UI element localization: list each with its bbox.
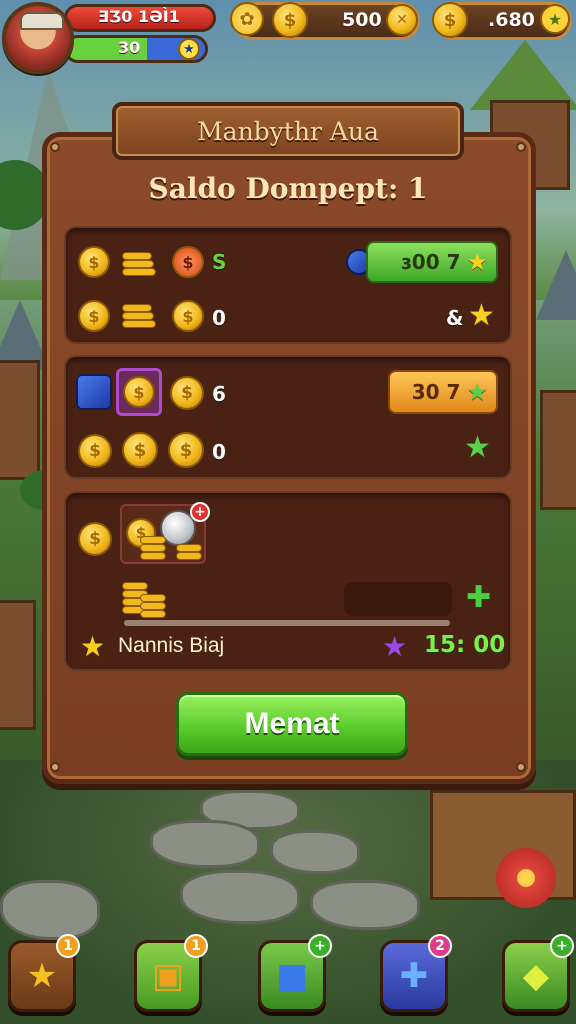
confirm-button[interactable]: Memat [176, 692, 408, 756]
empty-slot [344, 582, 452, 616]
map-badge: + [550, 934, 574, 958]
flower [496, 848, 556, 908]
section1-row2-value: 0 [212, 306, 226, 330]
section2-row2-value: 0 [212, 440, 226, 464]
map-icon: ◆ [522, 956, 550, 996]
cube-badge: + [308, 934, 332, 958]
gold-coin-icon: $ [123, 376, 155, 408]
gold-coin-icon: $ [78, 434, 112, 468]
gold-coin-icon: $ [78, 300, 110, 332]
wallet-balance-heading: Saldo Dompept: 1 [148, 172, 428, 205]
section2-row1-button[interactable]: 30 7 ★ [388, 370, 498, 414]
star-icon: ★ [466, 248, 488, 276]
panel-bolt [50, 762, 60, 772]
section2-row1-button-label: 30 7 [411, 380, 461, 404]
add-currency-right-icon[interactable]: ★ [540, 4, 570, 34]
coin-stack-icon [122, 246, 158, 278]
green-star-icon[interactable]: ★ [464, 430, 491, 465]
star-scroll-icon: ★ [26, 956, 58, 996]
gold-coin-icon: $ [78, 522, 112, 556]
gold-coin-icon: $ [172, 300, 204, 332]
section1-row2-side-text: & [446, 306, 464, 330]
chest-badge: 1 [184, 934, 208, 958]
experience-text: 30 [118, 38, 141, 57]
panel-bolt [516, 142, 526, 152]
star-icon[interactable]: ★ [468, 298, 495, 333]
timer-label: 15: 00 [424, 632, 506, 658]
progress-track [124, 620, 450, 626]
cube-icon: ■ [275, 956, 309, 996]
green-star-icon: ★ [466, 378, 488, 406]
gold-coin-icon: $ [170, 376, 204, 410]
tools-icon: ✚ [399, 956, 429, 996]
panel-bolt [516, 762, 526, 772]
section1-row1-button-label: ɜ00 7 [400, 250, 461, 274]
currency-right-value: .680 [488, 9, 535, 31]
flower-coin-icon: ✿ [230, 2, 264, 36]
avatar-hat [20, 12, 64, 30]
path-stone [310, 880, 420, 930]
section2-row1-value: 6 [212, 382, 226, 406]
coin-stack-icon [140, 592, 168, 620]
coin-stack-icon [176, 540, 204, 562]
add-currency-left-icon[interactable]: ✕ [386, 4, 418, 36]
copper-coin-icon: $ [172, 246, 204, 278]
coin-stack-icon [140, 536, 168, 562]
path-stone [180, 870, 300, 924]
hut-left [0, 360, 40, 480]
quests-badge: 1 [56, 934, 80, 958]
rock [0, 880, 100, 940]
health-text: ƎƷ0 1ƏÌ1 [98, 7, 180, 26]
section1-row1-button[interactable]: ɜ00 7 ★ [366, 241, 498, 283]
coin-stack-icon [122, 298, 158, 330]
purple-star-icon: ★ [382, 630, 408, 663]
gold-coin-icon: $ [272, 2, 308, 38]
chest-icon: ▣ [151, 956, 185, 996]
section1-row1-value: S [212, 250, 227, 274]
panel-title-plate: Manbythr Aua [112, 102, 464, 160]
star-icon: ★ [80, 630, 106, 663]
path-stone [150, 820, 260, 868]
level-star-icon: ★ [178, 38, 200, 60]
panel-title: Manbythr Aua [197, 116, 379, 146]
hut-right-2 [540, 390, 576, 510]
gold-coin-icon: $ [122, 432, 158, 468]
add-icon[interactable]: ✚ [466, 580, 491, 615]
blue-chest-icon [76, 374, 112, 410]
currency-left-value: 500 [342, 9, 382, 31]
hut-left-2 [0, 600, 36, 730]
gold-coin-icon: $ [78, 246, 110, 278]
gold-coin-icon: $ [168, 432, 204, 468]
gem-coin-icon: $ [432, 2, 468, 38]
tools-badge: 2 [428, 934, 452, 958]
panel-bolt [50, 142, 60, 152]
notification-badge: + [190, 502, 210, 522]
player-name-label: Nannis Biaj [118, 634, 225, 657]
path-stone [270, 830, 360, 874]
player-avatar[interactable] [2, 2, 74, 74]
